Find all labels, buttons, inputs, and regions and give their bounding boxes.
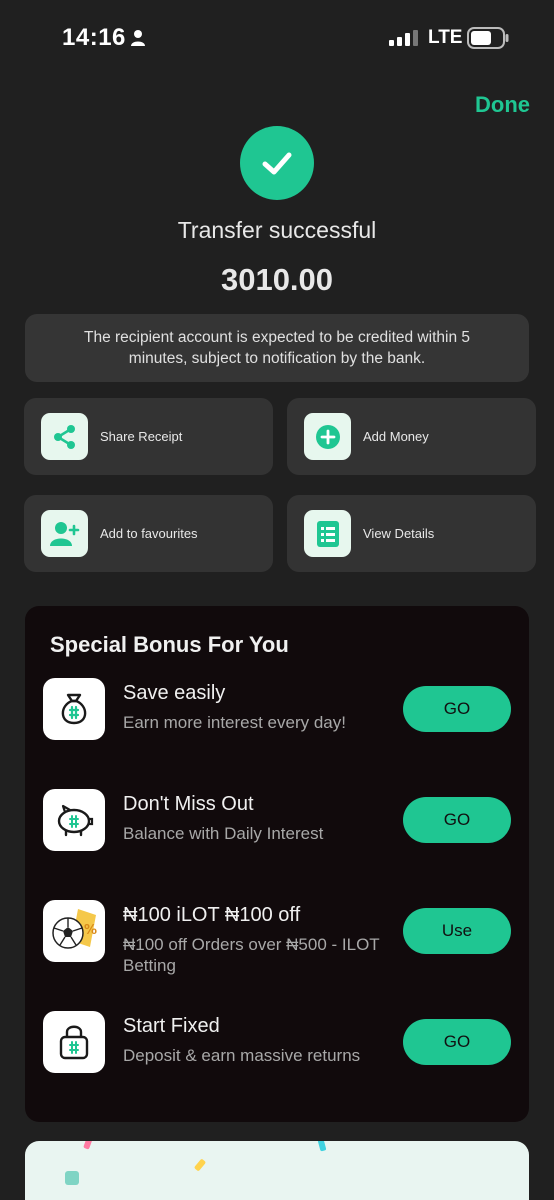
bonus-name: Don't Miss Out [123, 793, 254, 815]
bonus-name: ₦100 iLOT ₦100 off [123, 904, 301, 926]
credit-notice-text: The recipient account is expected to be … [83, 329, 470, 367]
confetti-decoration [193, 1158, 207, 1172]
status-time: 14:16 [62, 24, 126, 51]
share-icon [41, 413, 88, 460]
special-bonus-panel: Special Bonus For You Save easily Earn m… [25, 606, 529, 1122]
lock-icon [43, 1011, 105, 1073]
plus-circle-icon [304, 413, 351, 460]
add-user-icon [41, 510, 88, 557]
confetti-decoration [65, 1171, 79, 1185]
money-bag-icon [43, 678, 105, 740]
start-fixed-go-button[interactable]: GO [403, 1019, 511, 1065]
success-check-icon [240, 126, 314, 200]
view-details-button[interactable]: View Details [287, 495, 536, 572]
piggy-bank-icon [43, 789, 105, 851]
svg-text:%: % [84, 923, 97, 938]
bonus-name: Save easily [123, 682, 226, 704]
status-bar: 14:16 LTE [0, 0, 554, 76]
bonus-description: ₦100 off Orders over ₦500 - ILOT Betting [123, 935, 380, 975]
special-bonus-title: Special Bonus For You [50, 632, 289, 657]
done-button[interactable]: Done [475, 92, 530, 118]
document-icon [304, 510, 351, 557]
share-receipt-label: Share Receipt [100, 429, 183, 444]
network-label: LTE [428, 27, 463, 48]
bonus-description: Earn more interest every day! [123, 713, 346, 732]
transfer-status-title: Transfer successful [177, 217, 377, 243]
add-money-button[interactable]: Add Money [287, 398, 536, 475]
bonus-item-dont-miss-out: Don't Miss Out Balance with Daily Intere… [25, 789, 529, 853]
add-to-favourites-label: Add to favourites [100, 526, 198, 541]
bonus-item-save-easily: Save easily Earn more interest every day… [25, 678, 529, 742]
add-money-label: Add Money [363, 429, 429, 444]
transfer-amount: 3010.00 [220, 262, 334, 297]
bonus-item-ilot: % ₦100 iLOT ₦100 off ₦100 off Orders ove… [25, 900, 529, 975]
add-to-favourites-button[interactable]: Add to favourites [24, 495, 273, 572]
credit-notice: The recipient account is expected to be … [25, 314, 529, 382]
confetti-decoration [83, 1141, 93, 1150]
dont-miss-out-go-button[interactable]: GO [403, 797, 511, 843]
bonus-description: Balance with Daily Interest [123, 824, 324, 843]
bonus-description: Deposit & earn massive returns [123, 1046, 361, 1065]
bonus-name: Start Fixed [123, 1015, 220, 1037]
battery-icon [467, 27, 509, 49]
confetti-decoration [317, 1141, 327, 1152]
bonus-item-start-fixed: Start Fixed Deposit & earn massive retur… [25, 1011, 529, 1075]
share-receipt-button[interactable]: Share Receipt [24, 398, 273, 475]
save-easily-go-button[interactable]: GO [403, 686, 511, 732]
view-details-label: View Details [363, 526, 435, 541]
soccer-ball-icon: % [43, 900, 105, 962]
promo-banner[interactable] [25, 1141, 529, 1200]
signal-icon [389, 30, 418, 46]
ilot-use-button[interactable]: Use [403, 908, 511, 954]
person-icon [131, 30, 145, 46]
